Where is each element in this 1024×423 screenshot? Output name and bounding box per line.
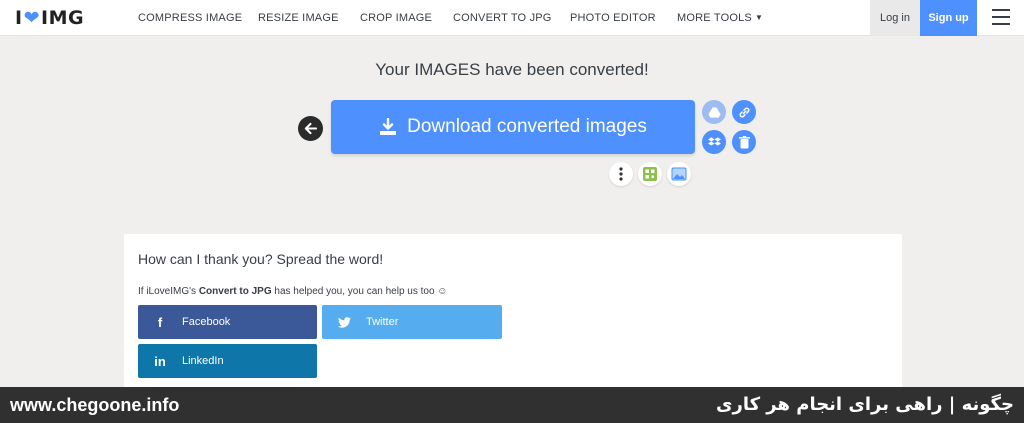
facebook-share-button[interactable]: f Facebook xyxy=(138,305,317,339)
twitter-icon xyxy=(322,316,366,328)
caret-down-icon: ▼ xyxy=(754,13,764,22)
google-drive-button[interactable] xyxy=(702,100,726,124)
download-button[interactable]: Download converted images xyxy=(331,100,695,154)
top-navigation-bar: I ❤ IMG COMPRESS IMAGE RESIZE IMAGE CROP… xyxy=(0,0,1024,36)
signup-button[interactable]: Sign up xyxy=(920,0,977,36)
share-tool-name: Convert to JPG xyxy=(198,286,272,297)
linkedin-icon: in xyxy=(154,353,166,369)
share-card-text: If iLoveIMG's Convert to JPG has helped … xyxy=(138,286,448,297)
arrow-left-icon xyxy=(304,122,317,135)
nav-compress-image[interactable]: COMPRESS IMAGE xyxy=(138,0,242,36)
qr-code-icon xyxy=(643,167,657,181)
share-text-before: If iLoveIMG's xyxy=(138,286,199,297)
share-card-title: How can I thank you? Spread the word! xyxy=(138,251,384,267)
heart-icon: ❤ xyxy=(23,7,40,29)
trash-icon xyxy=(738,135,750,148)
logo-text-img: IMG xyxy=(41,7,85,29)
share-text-after: has helped you, you can help us too ☺ xyxy=(271,286,448,297)
dropbox-icon xyxy=(707,137,721,146)
nav-more-tools-label: MORE TOOLS xyxy=(677,12,752,24)
download-icon xyxy=(379,118,397,136)
copy-link-button[interactable] xyxy=(732,100,756,124)
delete-button[interactable] xyxy=(732,130,756,154)
vertical-dots-icon xyxy=(619,167,623,181)
facebook-share-label: Facebook xyxy=(182,316,231,328)
linkedin-share-label: LinkedIn xyxy=(182,355,224,367)
page-title: Your IMAGES have been converted! xyxy=(375,60,649,79)
google-drive-icon xyxy=(707,107,721,118)
nav-photo-editor[interactable]: PHOTO EDITOR xyxy=(570,0,656,36)
hamburger-menu-icon[interactable] xyxy=(992,9,1010,25)
login-button[interactable]: Log in xyxy=(870,0,920,36)
watermark-band: www.chegoone.info چگونه | راهی برای انجا… xyxy=(0,387,1024,423)
logo-letter-i: I xyxy=(15,7,23,29)
watermark-site: www.chegoone.info xyxy=(10,395,180,415)
ilovimg-logo[interactable]: I ❤ IMG xyxy=(15,5,84,31)
nav-convert-to-jpg[interactable]: CONVERT TO JPG xyxy=(453,0,552,36)
qr-code-button[interactable] xyxy=(638,162,662,186)
download-button-label: Download converted images xyxy=(407,116,647,137)
nav-more-tools[interactable]: MORE TOOLS ▼ xyxy=(677,0,763,36)
watermark-tagline: چگونه | راهی برای انجام هر کاری xyxy=(715,394,1014,415)
link-icon xyxy=(739,107,749,117)
linkedin-share-button[interactable]: in LinkedIn xyxy=(138,344,317,378)
nav-crop-image[interactable]: CROP IMAGE xyxy=(360,0,432,36)
nav-resize-image[interactable]: RESIZE IMAGE xyxy=(258,0,339,36)
share-card: How can I thank you? Spread the word! If… xyxy=(124,234,902,394)
back-arrow-button[interactable] xyxy=(298,116,323,141)
twitter-share-button[interactable]: Twitter xyxy=(322,305,502,339)
dropbox-button[interactable] xyxy=(702,130,726,154)
facebook-icon: f xyxy=(157,314,163,330)
image-icon xyxy=(671,167,687,181)
image-tool-button[interactable] xyxy=(667,162,691,186)
twitter-share-label: Twitter xyxy=(366,316,399,328)
more-options-button[interactable] xyxy=(609,162,633,186)
